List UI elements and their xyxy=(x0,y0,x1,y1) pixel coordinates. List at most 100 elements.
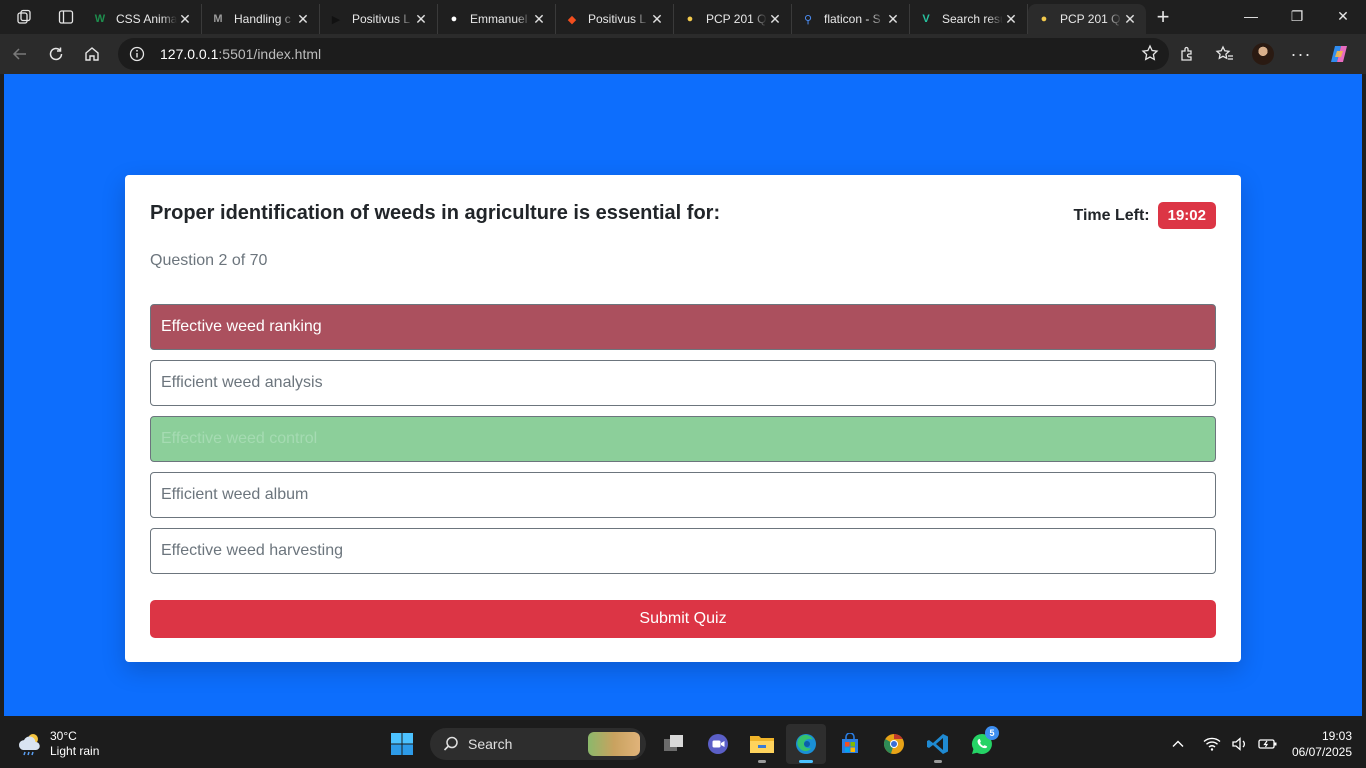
answer-option-5[interactable]: Effective weed harvesting xyxy=(150,528,1216,574)
weather-widget[interactable]: 30°C Light rain xyxy=(16,729,99,759)
tab-title: Search resu xyxy=(942,12,1003,26)
clock-date: 06/07/2025 xyxy=(1291,745,1352,759)
browser-tab[interactable]: ● Emmanuel ✕ xyxy=(438,4,556,34)
browser-tab[interactable]: ⚲ flaticon - S ✕ xyxy=(792,4,910,34)
task-view-icon[interactable] xyxy=(654,724,694,764)
answer-option-4[interactable]: Efficient weed album xyxy=(150,472,1216,518)
wifi-icon[interactable] xyxy=(1200,732,1224,756)
browser-tab[interactable]: ◆ Positivus L ✕ xyxy=(556,4,674,34)
browser-tab[interactable]: W CSS Anima ✕ xyxy=(84,4,202,34)
tab-strip: W CSS Anima ✕ M Handling c ✕ ▶ Positivus L ✕ ● Emm… xyxy=(84,0,1146,34)
workspaces-icon[interactable] xyxy=(0,0,48,34)
close-tab-icon[interactable]: ✕ xyxy=(1122,11,1138,27)
close-tab-icon[interactable]: ✕ xyxy=(413,11,429,27)
active-indicator xyxy=(799,760,813,763)
start-button[interactable] xyxy=(382,724,422,764)
browser-tab[interactable]: ▶ Positivus L ✕ xyxy=(320,4,438,34)
more-menu-icon[interactable]: ··· xyxy=(1282,36,1320,72)
favorites-icon[interactable] xyxy=(1206,36,1244,72)
figma-icon: ◆ xyxy=(567,13,577,26)
browser-tab[interactable]: ● PCP 201 Q ✕ xyxy=(674,4,792,34)
close-tab-icon[interactable]: ✕ xyxy=(649,11,665,27)
close-tab-icon[interactable]: ✕ xyxy=(531,11,547,27)
back-button[interactable] xyxy=(2,36,38,72)
close-tab-icon[interactable]: ✕ xyxy=(885,11,901,27)
close-tab-icon[interactable]: ✕ xyxy=(295,11,311,27)
home-button[interactable] xyxy=(74,36,110,72)
address-bar[interactable]: 127.0.0.1:5501/index.html xyxy=(118,38,1169,70)
answer-option-1[interactable]: Effective weed ranking xyxy=(150,304,1216,350)
new-tab-button[interactable]: + xyxy=(1146,0,1180,34)
avatar xyxy=(1252,43,1274,65)
notification-badge: 5 xyxy=(985,726,999,740)
search-label: Search xyxy=(468,736,513,752)
w-icon: W xyxy=(94,13,106,25)
tab-title: CSS Anima xyxy=(116,12,177,26)
close-tab-icon[interactable]: ✕ xyxy=(177,11,193,27)
search-icon xyxy=(443,736,458,751)
vertical-tabs-icon[interactable] xyxy=(48,0,84,34)
tab-title: Positivus L xyxy=(352,12,411,26)
vscode-icon[interactable] xyxy=(918,724,958,764)
play-icon: ▶ xyxy=(331,13,341,26)
close-tab-icon[interactable]: ✕ xyxy=(1003,11,1019,27)
battery-icon[interactable] xyxy=(1256,732,1280,756)
page-viewport: Proper identification of weeds in agricu… xyxy=(4,74,1362,716)
browser-toolbar: 127.0.0.1:5501/index.html ··· xyxy=(0,34,1366,74)
meet-chat-icon[interactable] xyxy=(698,724,738,764)
weather-desc: Light rain xyxy=(50,744,100,758)
microsoft-store-icon[interactable] xyxy=(830,724,870,764)
clock-time: 19:03 xyxy=(1321,729,1352,743)
browser-tab[interactable]: M Handling c ✕ xyxy=(202,4,320,34)
tab-title: flaticon - S xyxy=(824,12,881,26)
browser-tab[interactable]: ● PCP 201 Q ✕ xyxy=(1028,4,1146,34)
tab-title: PCP 201 Q xyxy=(706,12,767,26)
tab-title: Handling c xyxy=(234,12,291,26)
file-explorer-icon[interactable] xyxy=(742,724,782,764)
chevron-up-icon[interactable] xyxy=(1166,732,1190,756)
minimize-button[interactable]: — xyxy=(1228,0,1274,32)
extensions-icon[interactable] xyxy=(1168,36,1206,72)
question-progress: Question 2 of 70 xyxy=(150,252,268,269)
taskbar-search[interactable]: Search xyxy=(430,728,646,760)
tab-title: PCP 201 Q xyxy=(1060,12,1121,26)
copilot-icon[interactable] xyxy=(1320,36,1358,72)
answer-option-2[interactable]: Efficient weed analysis xyxy=(150,360,1216,406)
submit-quiz-button[interactable]: Submit Quiz xyxy=(150,600,1216,638)
system-tray: 19:03 06/07/2025 xyxy=(1164,720,1352,768)
url-host: 127.0.0.1 xyxy=(160,46,219,62)
reload-button[interactable] xyxy=(38,36,74,72)
profile-avatar[interactable] xyxy=(1244,36,1282,72)
site-info-icon[interactable] xyxy=(128,45,146,63)
window-controls: — ❐ ✕ xyxy=(1228,0,1366,32)
answer-options: Effective weed ranking Efficient weed an… xyxy=(150,304,1216,584)
whatsapp-icon[interactable]: 5 xyxy=(962,724,1002,764)
bulb-icon: ● xyxy=(686,13,694,25)
browser-tab-bar: W CSS Anima ✕ M Handling c ✕ ▶ Positivus L ✕ ● Emm… xyxy=(0,0,1366,34)
toolbar-right: ··· xyxy=(1168,36,1358,72)
rain-cloud-icon xyxy=(18,734,40,756)
timer-badge: 19:02 xyxy=(1157,202,1216,229)
system-clock[interactable]: 19:03 06/07/2025 xyxy=(1292,728,1352,760)
v-icon: V xyxy=(922,13,930,25)
browser-tab[interactable]: V Search resu ✕ xyxy=(910,4,1028,34)
running-indicator xyxy=(758,760,766,763)
answer-option-3[interactable]: Effective weed control xyxy=(150,416,1216,462)
edge-browser-icon[interactable] xyxy=(786,724,826,764)
chrome-canary-icon[interactable] xyxy=(874,724,914,764)
weather-temp: 30°C xyxy=(50,729,77,743)
github-icon: ● xyxy=(450,13,458,25)
favorite-star-icon[interactable] xyxy=(1141,44,1159,65)
m-icon: M xyxy=(213,13,223,25)
taskbar-apps: Search 5 xyxy=(380,724,1004,764)
search-highlight-image xyxy=(588,732,640,756)
bulb-icon: ● xyxy=(1040,13,1048,25)
timer-label: Time Left: xyxy=(1073,206,1150,224)
tab-title: Emmanuel xyxy=(470,12,528,26)
question-text: Proper identification of weeds in agricu… xyxy=(150,202,721,224)
restore-button[interactable]: ❐ xyxy=(1274,0,1320,32)
volume-icon[interactable] xyxy=(1228,732,1252,756)
close-window-button[interactable]: ✕ xyxy=(1320,0,1366,32)
close-tab-icon[interactable]: ✕ xyxy=(767,11,783,27)
url-path: :5501/index.html xyxy=(218,46,322,62)
